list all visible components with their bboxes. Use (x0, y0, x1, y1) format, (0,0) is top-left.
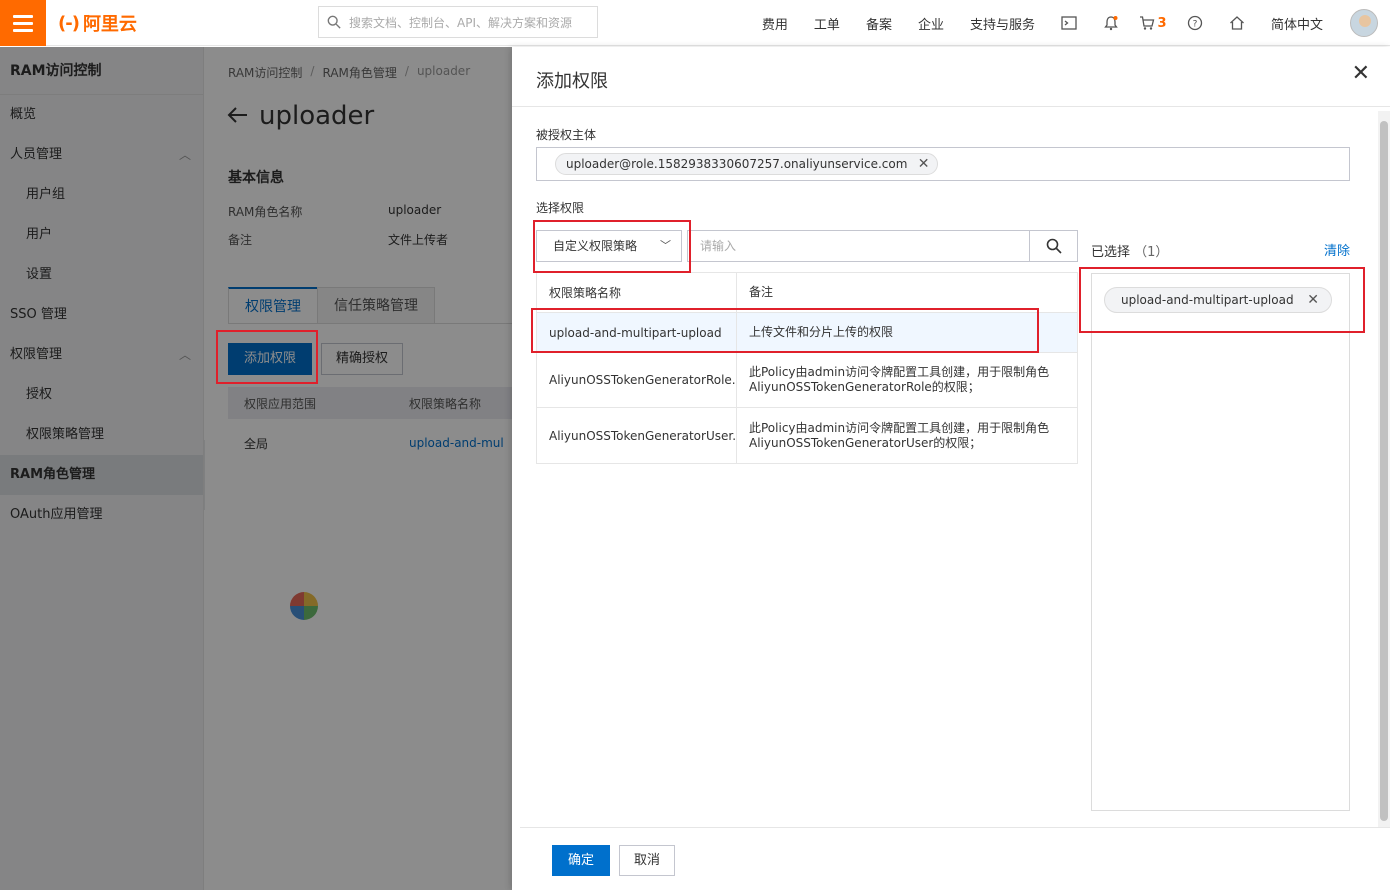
policy-row[interactable]: AliyunOSSTokenGeneratorRole... 此Policy由a… (537, 353, 1077, 408)
search-icon (1046, 238, 1062, 254)
selected-label-text: 已选择 (1091, 245, 1131, 260)
col-policy-name: 权限策略名称 (537, 273, 737, 312)
selected-label: 已选择 （1） (1091, 241, 1168, 260)
terminal-icon[interactable] (1048, 16, 1090, 30)
cancel-button[interactable]: 取消 (619, 845, 676, 876)
aliyun-logo-mark-icon: (-) (58, 12, 80, 34)
principal-field[interactable]: uploader@role.1582938330607257.onaliyuns… (536, 147, 1350, 181)
select-permission-label: 选择权限 (536, 201, 585, 215)
cart-count-badge: 3 (1157, 15, 1167, 31)
policy-table-header: 权限策略名称 备注 (537, 273, 1077, 313)
selected-policy-tag-text: upload-and-multipart-upload (1121, 293, 1294, 307)
policy-name: upload-and-multipart-upload (537, 313, 737, 352)
search-icon (327, 15, 341, 29)
svg-text:?: ? (1193, 20, 1198, 30)
principal-label: 被授权主体 (536, 128, 597, 142)
clear-selection-link[interactable]: 清除 (1324, 240, 1350, 259)
nav-support[interactable]: 支持与服务 (957, 14, 1048, 33)
add-permission-drawer: 添加权限 ✕ 被授权主体 uploader@role.1582938330607… (512, 47, 1390, 890)
principal-tag-text: uploader@role.1582938330607257.onaliyuns… (566, 157, 908, 171)
logo-text: 阿里云 (82, 14, 137, 35)
modal-backdrop[interactable] (0, 47, 512, 890)
policy-note: 上传文件和分片上传的权限 (749, 325, 894, 339)
selected-count: （1） (1134, 245, 1169, 260)
confirm-button[interactable]: 确定 (552, 845, 611, 876)
bell-icon[interactable] (1090, 15, 1132, 31)
policy-note: 此Policy由admin访问令牌配置工具创建，用于限制角色AliyunOSST… (749, 365, 1050, 394)
policy-name: AliyunOSSTokenGeneratorUser... (537, 408, 737, 463)
policy-note: 此Policy由admin访问令牌配置工具创建，用于限制角色AliyunOSST… (749, 420, 1050, 450)
nav-enterprise[interactable]: 企业 (905, 14, 957, 33)
scrollbar-thumb[interactable] (1380, 121, 1388, 821)
principal-tag: uploader@role.1582938330607257.onaliyuns… (555, 153, 939, 175)
col-policy-note: 备注 (749, 285, 774, 299)
selected-policies-panel: upload-and-multipart-upload ✕ (1091, 273, 1350, 811)
help-icon[interactable]: ? (1174, 15, 1216, 31)
drawer-footer: 确定 取消 (520, 827, 1390, 890)
policy-table: 权限策略名称 备注 upload-and-multipart-upload 上传… (536, 272, 1078, 464)
drawer-scrollbar[interactable] (1378, 111, 1390, 827)
policy-search-input[interactable]: 请输入 (687, 230, 1029, 262)
hamburger-menu-icon[interactable] (0, 0, 46, 46)
remove-tag-icon[interactable]: ✕ (918, 154, 930, 174)
policy-row[interactable]: AliyunOSSTokenGeneratorUser... 此Policy由a… (537, 408, 1077, 463)
language-switch[interactable]: 简体中文 (1258, 14, 1336, 33)
user-avatar[interactable] (1350, 9, 1378, 37)
drawer-header: 添加权限 ✕ (512, 47, 1390, 107)
nav-billing[interactable]: 费用 (749, 14, 801, 33)
policy-search-button[interactable] (1029, 230, 1078, 262)
policy-row[interactable]: upload-and-multipart-upload 上传文件和分片上传的权限 (537, 313, 1077, 353)
policy-name: AliyunOSSTokenGeneratorRole... (537, 353, 737, 407)
aliyun-logo[interactable]: (-) 阿里云 (58, 10, 137, 36)
nav-tickets[interactable]: 工单 (801, 14, 853, 33)
cart-button[interactable]: 3 (1132, 15, 1174, 31)
policy-type-value: 自定义权限策略 (553, 239, 638, 253)
global-search-placeholder: 搜索文档、控制台、API、解决方案和资源 (349, 15, 572, 30)
policy-type-select[interactable]: 自定义权限策略 ﹀ (536, 230, 682, 262)
global-search-input[interactable]: 搜索文档、控制台、API、解决方案和资源 (318, 6, 598, 38)
top-nav-items: 费用 工单 备案 企业 支持与服务 3 ? 简体中文 (749, 0, 1390, 46)
remove-selected-icon[interactable]: ✕ (1307, 288, 1319, 312)
home-icon[interactable] (1216, 15, 1258, 31)
top-nav-bar: (-) 阿里云 搜索文档、控制台、API、解决方案和资源 费用 工单 备案 企业… (0, 0, 1390, 46)
cart-icon (1140, 16, 1155, 30)
chevron-down-icon: ﹀ (660, 239, 671, 252)
drawer-title: 添加权限 (536, 71, 608, 92)
selected-policy-tag: upload-and-multipart-upload ✕ (1104, 287, 1332, 313)
close-icon[interactable]: ✕ (1352, 63, 1370, 85)
nav-icp[interactable]: 备案 (853, 14, 905, 33)
